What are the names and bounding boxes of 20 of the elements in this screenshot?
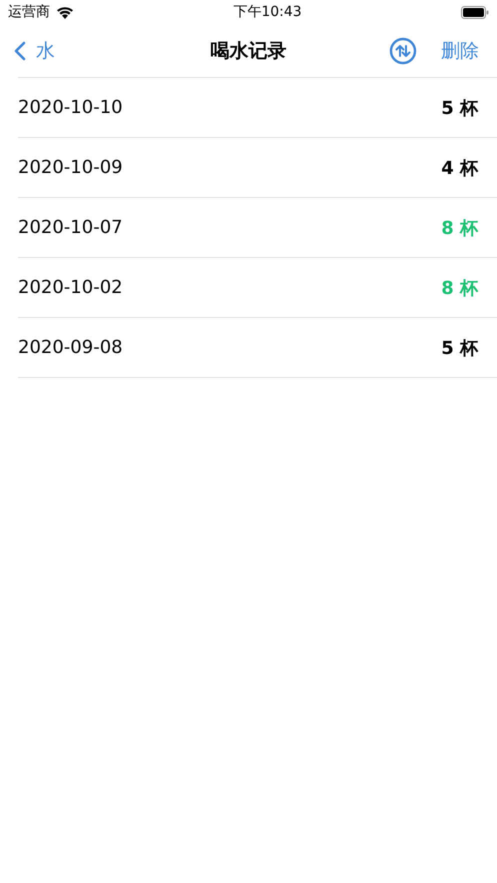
back-button[interactable]: 水 (14, 38, 55, 64)
sort-arrows-icon (389, 36, 417, 64)
cup-count: 4 杯 (441, 156, 478, 180)
carrier-label: 运营商 (8, 3, 50, 21)
record-date: 2020-10-09 (18, 157, 123, 178)
cup-count: 5 杯 (441, 96, 478, 120)
cup-count: 5 杯 (441, 336, 478, 360)
delete-button[interactable]: 删除 (441, 38, 479, 64)
record-date: 2020-10-10 (18, 97, 123, 118)
sort-button[interactable] (389, 36, 417, 64)
record-date: 2020-09-08 (18, 337, 123, 358)
status-time: 下午10:43 (233, 3, 302, 21)
chevron-left-icon (14, 40, 26, 60)
page-title: 喝水记录 (210, 38, 286, 64)
record-date: 2020-10-07 (18, 217, 123, 238)
cup-count: 8 杯 (441, 216, 478, 240)
record-date: 2020-10-02 (18, 277, 123, 298)
cup-count: 8 杯 (441, 276, 478, 300)
battery-icon (460, 6, 489, 18)
wifi-icon (56, 6, 74, 18)
